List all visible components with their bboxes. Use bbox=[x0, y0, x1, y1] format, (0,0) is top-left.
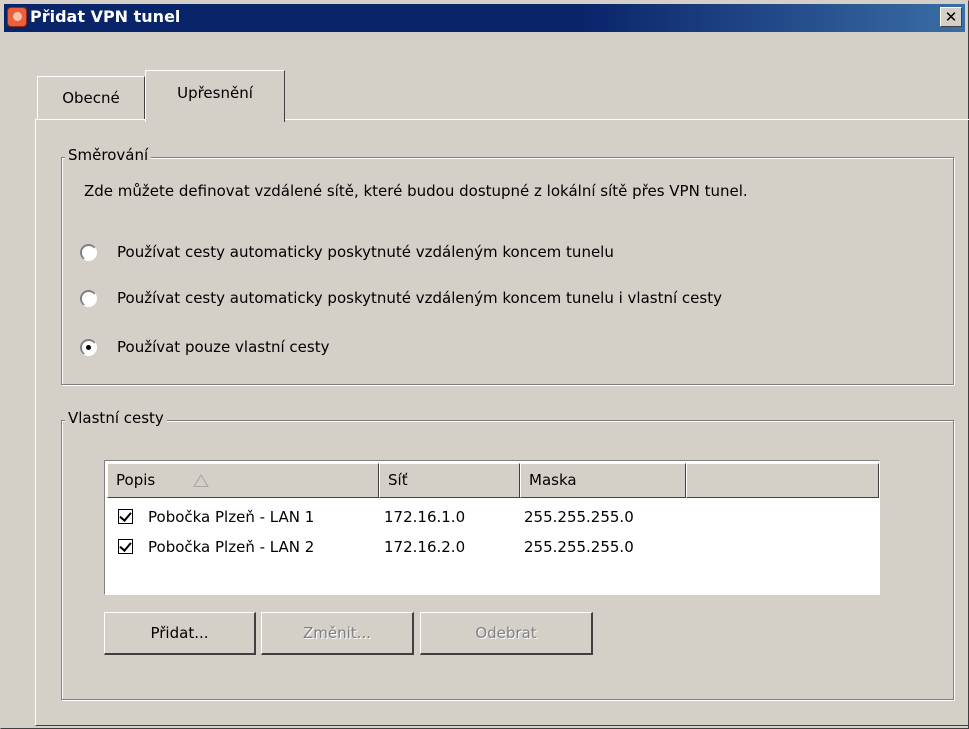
column-header-network[interactable]: Síť bbox=[379, 463, 520, 498]
cell-mask: 255.255.255.0 bbox=[524, 538, 634, 556]
close-icon[interactable]: ✕ bbox=[940, 7, 962, 27]
table-row[interactable]: Pobočka Plzeň - LAN 2 172.16.2.0 255.255… bbox=[107, 535, 879, 559]
column-label: Popis bbox=[116, 471, 156, 489]
window-title: Přidat VPN tunel bbox=[30, 7, 181, 26]
radio-label: Používat pouze vlastní cesty bbox=[117, 338, 330, 356]
custom-routes-legend: Vlastní cesty bbox=[65, 409, 167, 427]
radio-label: Používat cesty automaticky poskytnuté vz… bbox=[117, 243, 614, 261]
radio-button[interactable] bbox=[80, 290, 97, 307]
routes-listview[interactable]: Popis Síť Maska Pobočka Plzeň - LAN 1 17… bbox=[104, 460, 880, 595]
add-button[interactable]: Přidat... bbox=[104, 612, 256, 655]
edit-button[interactable]: Změnit... bbox=[261, 612, 414, 655]
tab-advanced[interactable]: Upřesnění bbox=[145, 70, 285, 122]
row-checkbox[interactable] bbox=[118, 509, 133, 524]
radio-button[interactable] bbox=[80, 339, 97, 356]
cell-network: 172.16.1.0 bbox=[384, 508, 466, 526]
title-bar[interactable]: Přidat VPN tunel ✕ bbox=[4, 4, 965, 32]
table-row[interactable]: Pobočka Plzeň - LAN 1 172.16.1.0 255.255… bbox=[107, 505, 879, 529]
sort-ascending-icon bbox=[193, 474, 209, 487]
cell-description: Pobočka Plzeň - LAN 2 bbox=[148, 538, 315, 556]
radio-label: Používat cesty automaticky poskytnuté vz… bbox=[117, 289, 722, 307]
routing-legend: Směrování bbox=[65, 146, 152, 164]
column-header-description[interactable]: Popis bbox=[107, 463, 379, 498]
row-checkbox[interactable] bbox=[118, 539, 133, 554]
radio-button[interactable] bbox=[80, 244, 97, 261]
tab-general[interactable]: Obecné bbox=[37, 76, 145, 120]
routing-description: Zde můžete definovat vzdálené sítě, kter… bbox=[84, 182, 748, 200]
cell-description: Pobočka Plzeň - LAN 1 bbox=[148, 508, 315, 526]
cell-network: 172.16.2.0 bbox=[384, 538, 466, 556]
cell-mask: 255.255.255.0 bbox=[524, 508, 634, 526]
column-header-empty[interactable] bbox=[686, 463, 879, 498]
remove-button[interactable]: Odebrat bbox=[420, 612, 593, 655]
vpn-app-icon bbox=[7, 7, 27, 27]
list-header: Popis Síť Maska bbox=[107, 463, 879, 498]
column-header-mask[interactable]: Maska bbox=[520, 463, 686, 498]
